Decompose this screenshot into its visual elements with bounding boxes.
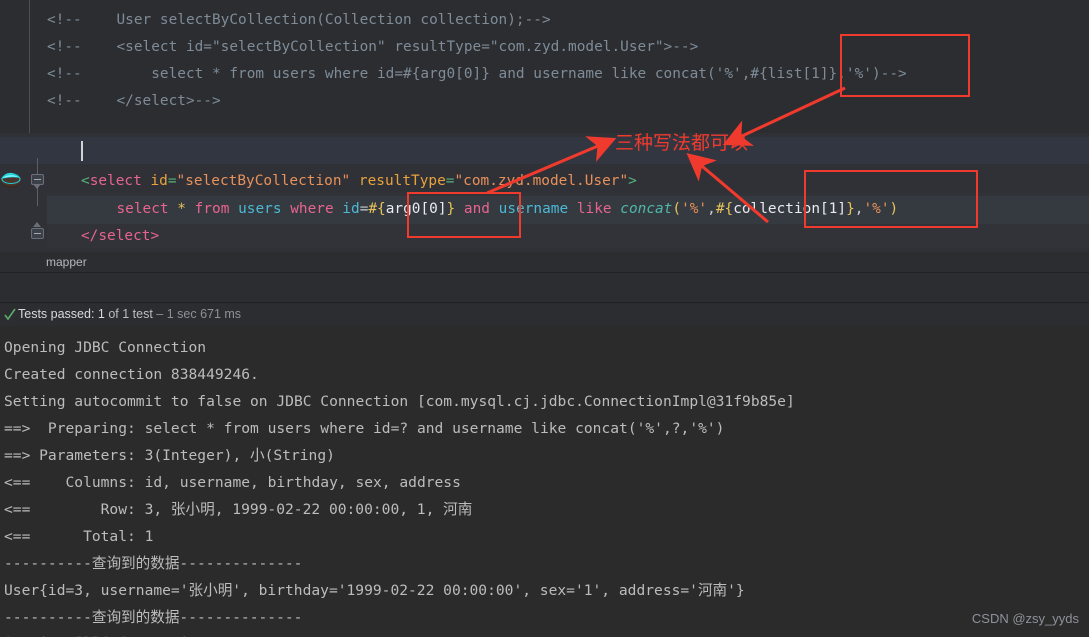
check-icon bbox=[4, 308, 16, 321]
sql-keyword-select: select bbox=[116, 201, 169, 217]
sql-keyword-from: from bbox=[194, 201, 230, 217]
sql-keyword-and: and bbox=[455, 201, 490, 217]
commented-line-1: <!-- User selectByCollection(Collection … bbox=[47, 12, 551, 28]
sql-keyword-where: where bbox=[290, 201, 334, 217]
console-line: User{id=3, username='张小明', birthday='199… bbox=[4, 582, 745, 599]
tag-name-select: select bbox=[89, 173, 142, 189]
console-line: <== Total: 1 bbox=[4, 528, 154, 545]
select-open-tag-line: <select id="selectByCollection" resultTy… bbox=[81, 168, 637, 195]
test-status-bar: Tests passed: 1 of 1 test – 1 sec 671 ms bbox=[0, 304, 1089, 326]
run-console-output[interactable]: Opening JDBC Connection Created connecti… bbox=[0, 326, 1089, 637]
console-line: ==> Parameters: 3(Integer), 小(String) bbox=[4, 447, 335, 464]
sql-pct-left: '%' bbox=[681, 201, 708, 217]
fold-arrow-icon bbox=[33, 222, 41, 227]
breadcrumb-mapper[interactable]: mapper bbox=[46, 255, 87, 269]
attr-resulttype-value: "com.zyd.model.User" bbox=[454, 173, 629, 189]
param-brace-close-2: } bbox=[846, 201, 855, 217]
attr-id-value: "selectByCollection" bbox=[176, 173, 351, 189]
sql-pct-right: '%' bbox=[863, 201, 890, 217]
sql-paren-right: ) bbox=[889, 201, 899, 217]
select-close-tag-line: </select> bbox=[81, 223, 159, 250]
sql-indent bbox=[47, 201, 116, 217]
tag-open-bracket: < bbox=[81, 173, 90, 189]
commented-line-2: <!-- <select id="selectByCollection" res… bbox=[47, 39, 699, 55]
console-line: ----------查询到的数据-------------- bbox=[4, 609, 303, 626]
code-fold-marker-open[interactable] bbox=[30, 158, 46, 206]
text-caret bbox=[81, 141, 83, 161]
fold-arrow-icon bbox=[33, 184, 41, 189]
closing-tag-select: </select> bbox=[81, 228, 160, 244]
code-editor-pane[interactable]: <!-- User selectByCollection(Collection … bbox=[0, 0, 1089, 252]
editor-breadcrumb-bar: mapper bbox=[0, 252, 1089, 273]
tests-passed-label: Tests passed: bbox=[18, 307, 98, 321]
param-brace-close-1: } bbox=[446, 201, 456, 217]
param-brace-open-2: #{ bbox=[715, 201, 734, 217]
console-line: ==> Preparing: select * from users where… bbox=[4, 420, 725, 437]
fold-minus-icon[interactable] bbox=[31, 228, 44, 239]
console-line-partial: Opening JDBC Connection bbox=[4, 629, 206, 637]
commented-line-4: <!-- </select>--> bbox=[47, 93, 221, 109]
console-line: <== Columns: id, username, birthday, sex… bbox=[4, 474, 461, 491]
tests-duration: 1 sec 671 ms bbox=[166, 307, 242, 321]
sql-comma-1: , bbox=[707, 201, 716, 217]
sql-star: * bbox=[168, 201, 195, 217]
param-brace-open-1: #{ bbox=[368, 201, 386, 217]
tests-passed-count: 1 bbox=[97, 307, 105, 321]
commented-line-3: <!-- select * from users where id=#{arg0… bbox=[47, 66, 907, 82]
sql-table-users: users bbox=[229, 201, 291, 217]
sql-paren-left: ( bbox=[672, 201, 682, 217]
console-line: Opening JDBC Connection bbox=[4, 339, 207, 356]
attr-id-name: id bbox=[141, 173, 168, 189]
sql-column-id: id bbox=[333, 201, 360, 217]
tests-dash: – bbox=[156, 307, 167, 321]
caret-line-highlight bbox=[0, 137, 1089, 164]
test-status-text: Tests passed: 1 of 1 test – 1 sec 671 ms bbox=[18, 307, 241, 321]
param-expr-collection: collection[1] bbox=[733, 201, 847, 217]
tag-close-bracket: > bbox=[628, 173, 637, 189]
sql-keyword-like: like bbox=[576, 201, 612, 217]
console-line: Setting autocommit to false on JDBC Conn… bbox=[4, 393, 795, 410]
tests-of-word: of bbox=[104, 307, 123, 321]
console-line: ----------查询到的数据-------------- bbox=[4, 555, 303, 572]
console-line: <== Row: 3, 张小明, 1999-02-22 00:00:00, 1,… bbox=[4, 501, 473, 518]
sql-column-username: username bbox=[489, 201, 577, 217]
sql-function-concat: concat bbox=[611, 201, 673, 217]
toolbar-gap-strip bbox=[0, 273, 1089, 303]
console-line: Created connection 838449246. bbox=[4, 366, 259, 383]
run-test-duke-icon[interactable] bbox=[0, 168, 26, 190]
attr-resulttype-name: resultType bbox=[350, 173, 446, 189]
csdn-watermark: CSDN @zsy_yyds bbox=[971, 611, 1079, 626]
tests-test-word: test bbox=[129, 307, 157, 321]
attr-id-equals: = bbox=[167, 173, 177, 189]
code-fold-marker-close[interactable] bbox=[30, 222, 46, 242]
sql-body-line: select * from users where id=#{arg0[0]} … bbox=[47, 196, 898, 223]
param-expr-arg0: arg0[0] bbox=[385, 201, 447, 217]
